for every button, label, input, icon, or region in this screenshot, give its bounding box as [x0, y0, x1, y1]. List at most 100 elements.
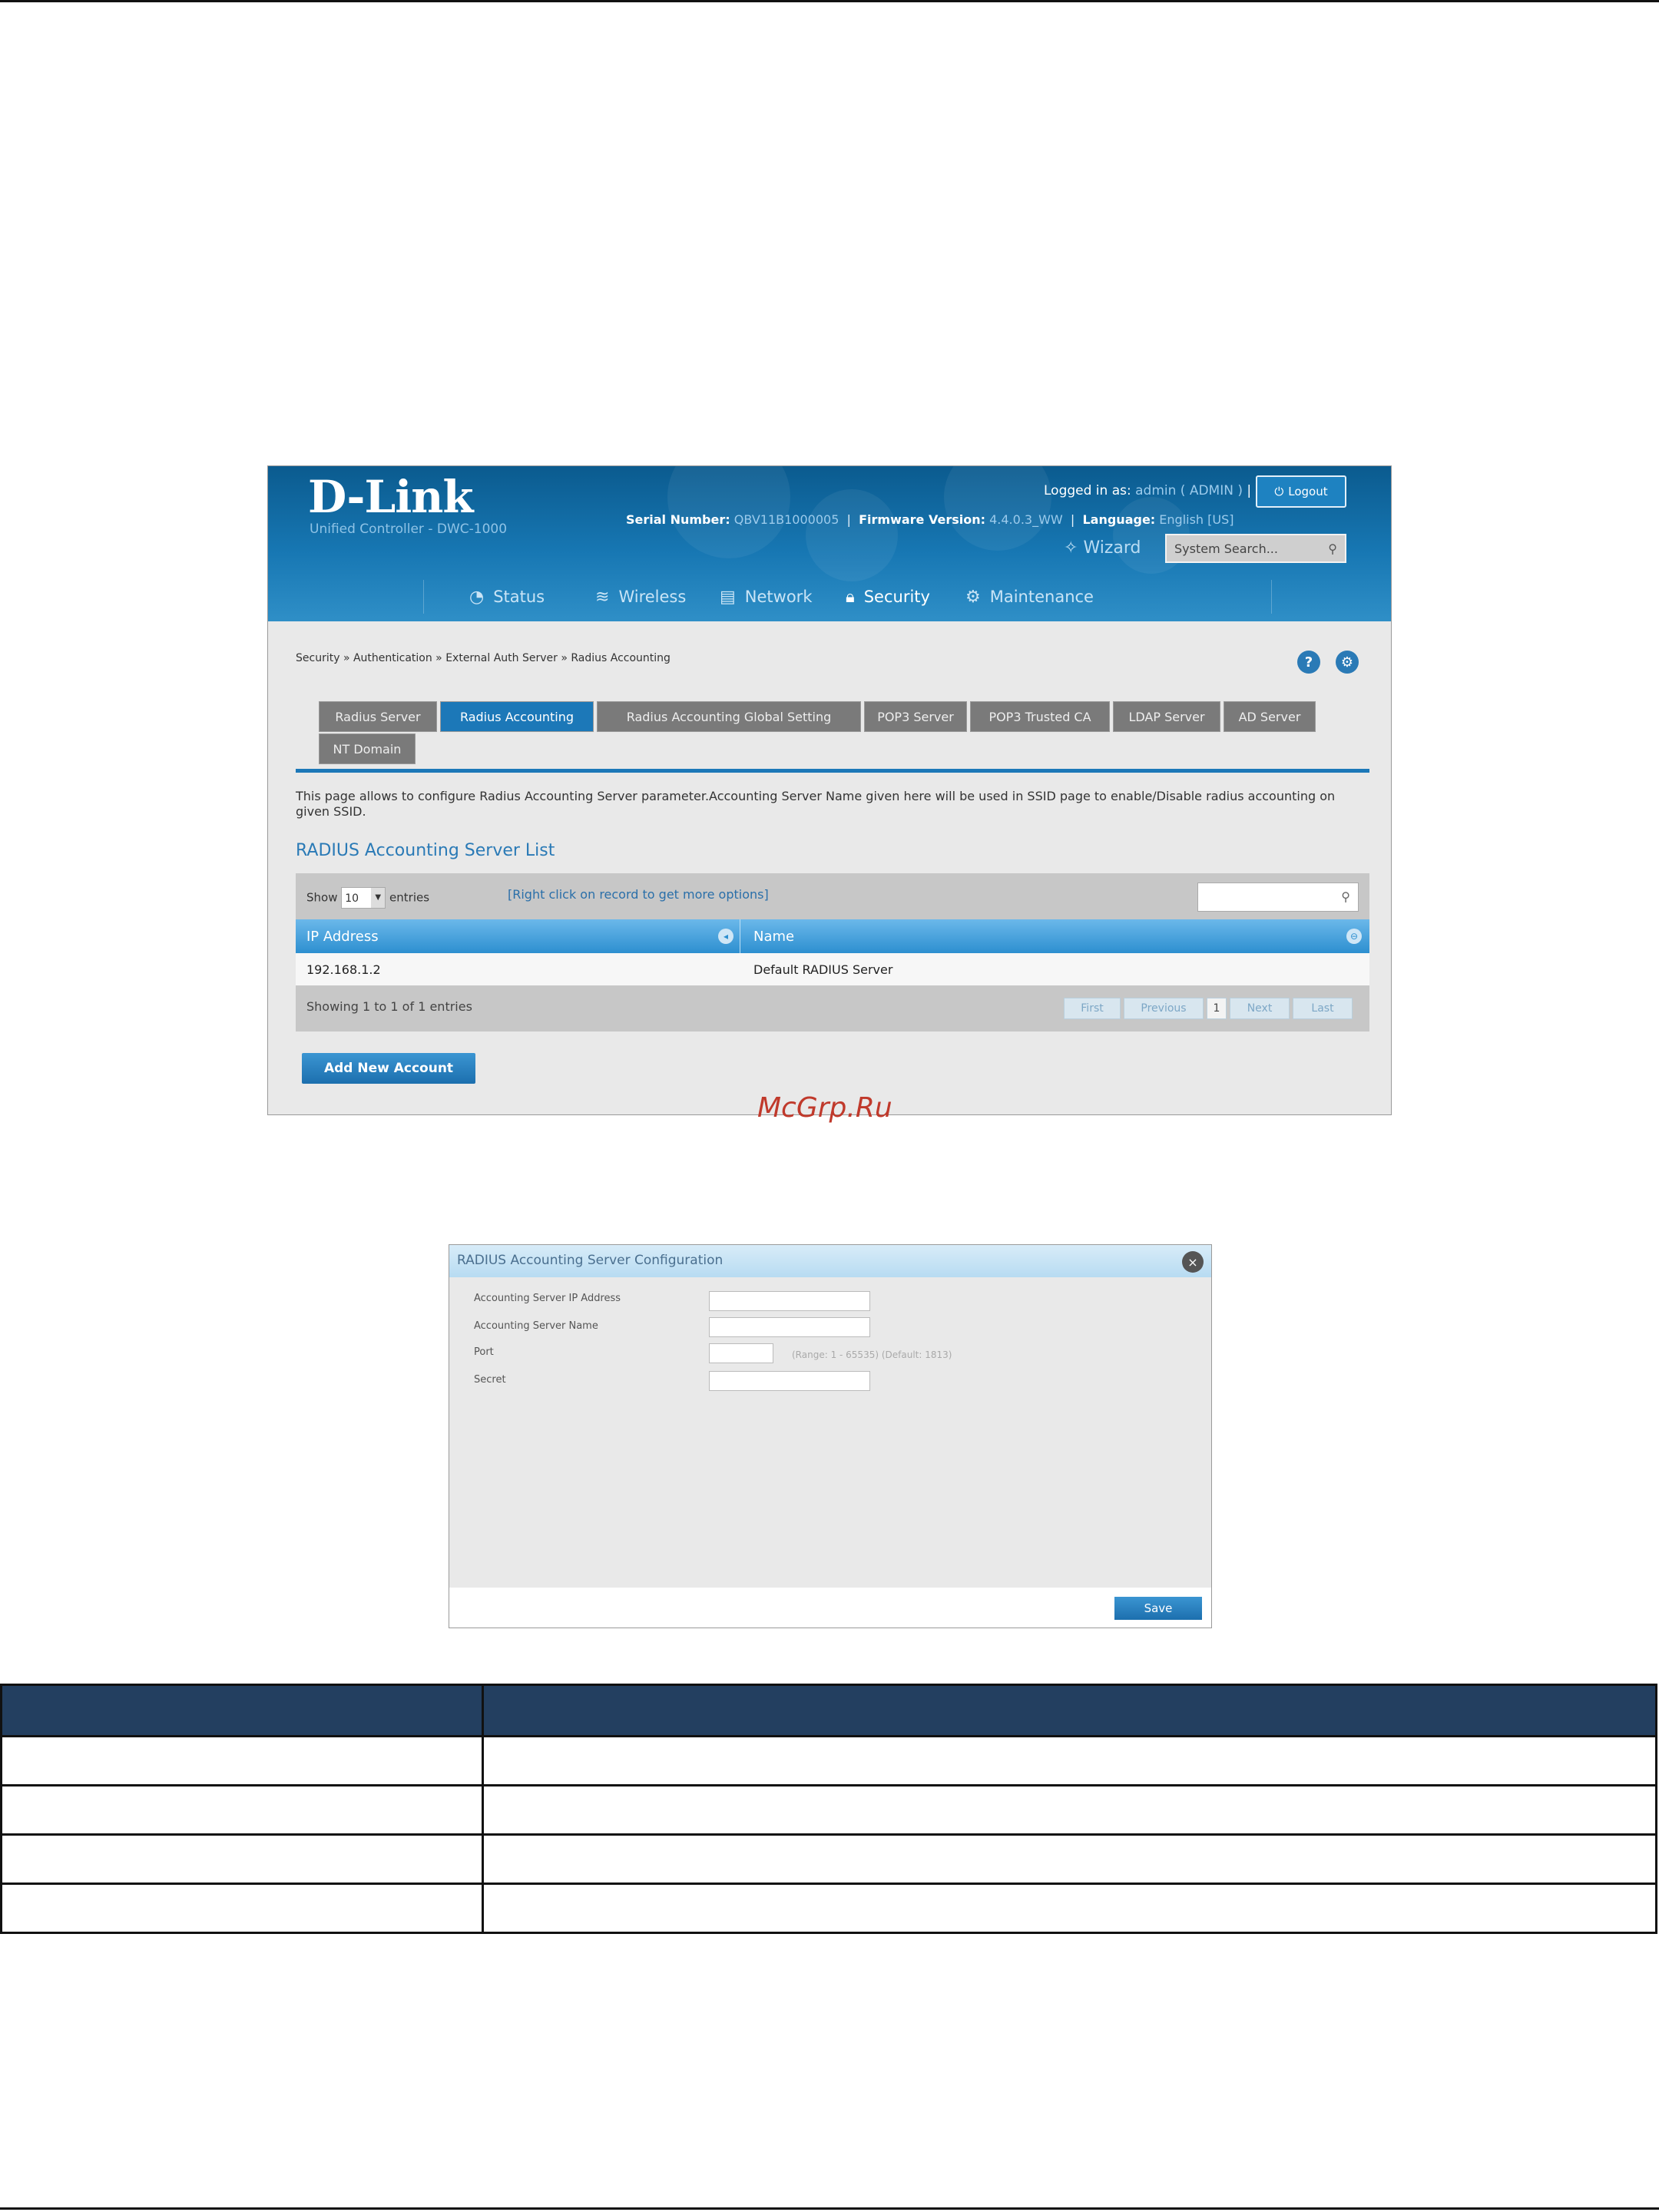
show-label: Show [306, 890, 338, 905]
lock-icon: 🔒︎ [846, 587, 855, 607]
dialog-titlebar: RADIUS Accounting Server Configuration [449, 1245, 1211, 1277]
search-icon: ⚲ [1341, 889, 1350, 904]
nav-label: Network [744, 588, 813, 606]
table-cell [0, 1735, 484, 1786]
dlink-logo: D-Link [308, 471, 474, 523]
table-row [0, 1883, 1657, 1934]
table-row[interactable]: 192.168.1.2 Default RADIUS Server [296, 953, 1369, 985]
dialog-footer [449, 1588, 1211, 1628]
table-header: IP Address ◂ Name ⊖ [296, 919, 1369, 953]
serial-value: QBV11B1000005 [733, 512, 839, 527]
secret-input[interactable] [709, 1371, 870, 1391]
breadcrumb: Security » Authentication » External Aut… [296, 652, 671, 664]
table-footer: Showing 1 to 1 of 1 entries First Previo… [296, 985, 1369, 1031]
list-title: RADIUS Accounting Server List [296, 841, 555, 860]
nav-label: Wireless [618, 588, 687, 606]
wifi-icon: ≋ [595, 587, 610, 607]
search-icon: ⚲ [1328, 541, 1337, 556]
tab-radius-accounting-global-setting[interactable]: Radius Accounting Global Setting [597, 701, 861, 732]
system-search-input[interactable]: System Search... ⚲ [1165, 534, 1346, 563]
header: D-Link Unified Controller - DWC-1000 Ser… [268, 466, 1391, 621]
logout-button[interactable]: ⏻ Logout [1256, 475, 1346, 508]
table-cell [482, 1883, 1657, 1934]
chevron-down-icon: ▼ [371, 888, 386, 908]
gears-icon: ⚙ [965, 587, 981, 607]
tab-ad-server[interactable]: AD Server [1224, 701, 1316, 732]
firmware-value: 4.4.0.3_WW [989, 512, 1063, 527]
field-label-port: Port [474, 1346, 494, 1358]
field-label-name: Accounting Server Name [474, 1320, 598, 1332]
table-cell [0, 1784, 484, 1836]
table-cell [482, 1833, 1657, 1885]
show-entries: Show 10 ▼ entries [306, 887, 429, 909]
save-button[interactable]: Save [1114, 1597, 1202, 1620]
settings-icon[interactable]: ⚙ [1336, 651, 1359, 674]
nav-item-maintenance[interactable]: ⚙ Maintenance [965, 572, 1094, 621]
wand-icon: ✧ [1064, 538, 1078, 558]
nav-item-status[interactable]: ◔ Status [469, 572, 545, 621]
product-name: Unified Controller - DWC-1000 [310, 522, 508, 537]
first-page-button[interactable]: First [1064, 998, 1121, 1019]
tab-radius-accounting[interactable]: Radius Accounting [440, 701, 594, 732]
tab-pop3-server[interactable]: POP3 Server [864, 701, 967, 732]
last-page-button[interactable]: Last [1293, 998, 1353, 1019]
next-page-button[interactable]: Next [1230, 998, 1290, 1019]
add-new-account-button[interactable]: Add New Account [302, 1053, 475, 1084]
sort-icon[interactable]: ◂ [718, 929, 733, 944]
field-label-ip: Accounting Server IP Address [474, 1293, 621, 1304]
table-search-input[interactable]: ⚲ [1197, 882, 1359, 912]
header-cell [482, 1684, 1657, 1737]
previous-page-button[interactable]: Previous [1124, 998, 1204, 1019]
table-cell [482, 1784, 1657, 1836]
logged-in-label: Logged in as: [1044, 483, 1131, 498]
device-info: Serial Number: QBV11B1000005 | Firmware … [626, 512, 1234, 527]
wizard-label: Wizard [1083, 538, 1141, 558]
accounting-server-name-input[interactable] [709, 1317, 870, 1337]
search-placeholder: System Search... [1174, 541, 1278, 556]
page-description: This page allows to configure Radius Acc… [296, 789, 1336, 819]
nav-label: Maintenance [989, 588, 1094, 606]
table-toolbar: Show 10 ▼ entries [Right click on record… [296, 873, 1369, 919]
watermark: McGrp.Ru [757, 1092, 892, 1124]
wizard-link[interactable]: ✧ Wizard [1064, 538, 1141, 558]
power-icon: ⏻ [1274, 485, 1284, 498]
column-name[interactable]: Name [753, 919, 794, 953]
page-1-button[interactable]: 1 [1207, 998, 1227, 1019]
table-row [0, 1735, 1657, 1786]
firmware-label: Firmware Version: [859, 512, 986, 527]
entries-select[interactable]: 10 ▼ [341, 887, 386, 909]
tab-radius-server[interactable]: Radius Server [319, 701, 437, 732]
top-rule [0, 0, 1659, 2]
parameter-table [0, 1684, 1657, 1934]
right-click-hint: [Right click on record to get more optio… [508, 887, 769, 902]
entries-value: 10 [345, 892, 359, 905]
column-ip-address[interactable]: IP Address [306, 919, 379, 953]
logged-in-value: admin ( ADMIN ) [1135, 483, 1243, 498]
language-label: Language: [1082, 512, 1156, 527]
nav-item-network[interactable]: ▤ Network [720, 572, 812, 621]
table-cell [482, 1735, 1657, 1786]
table-row [0, 1833, 1657, 1885]
port-input[interactable] [709, 1343, 773, 1363]
field-label-secret: Secret [474, 1374, 506, 1386]
sort-icon[interactable]: ⊖ [1346, 929, 1362, 944]
nav-item-security[interactable]: 🔒︎ Security [846, 572, 930, 621]
tab-underline [296, 769, 1369, 773]
network-icon: ▤ [720, 587, 736, 607]
close-icon[interactable]: × [1182, 1251, 1204, 1273]
radius-accounting-config-screenshot: RADIUS Accounting Server Configuration ×… [449, 1244, 1212, 1628]
tab-nt-domain[interactable]: NT Domain [319, 733, 416, 764]
tab-ldap-server[interactable]: LDAP Server [1113, 701, 1220, 732]
entries-label: entries [389, 890, 430, 905]
language-value[interactable]: English [US] [1159, 512, 1233, 527]
serial-label: Serial Number: [626, 512, 730, 527]
dialog-title: RADIUS Accounting Server Configuration [457, 1253, 724, 1268]
nav-item-wireless[interactable]: ≋ Wireless [595, 572, 686, 621]
tab-pop3-trusted-ca[interactable]: POP3 Trusted CA [970, 701, 1110, 732]
help-icon[interactable]: ? [1297, 651, 1320, 674]
accounting-server-ip-input[interactable] [709, 1291, 870, 1311]
login-info: Logged in as: admin ( ADMIN ) | [1044, 483, 1252, 498]
table-header-row [0, 1684, 1657, 1737]
table-cell [0, 1883, 484, 1934]
cell-name: Default RADIUS Server [753, 962, 893, 977]
